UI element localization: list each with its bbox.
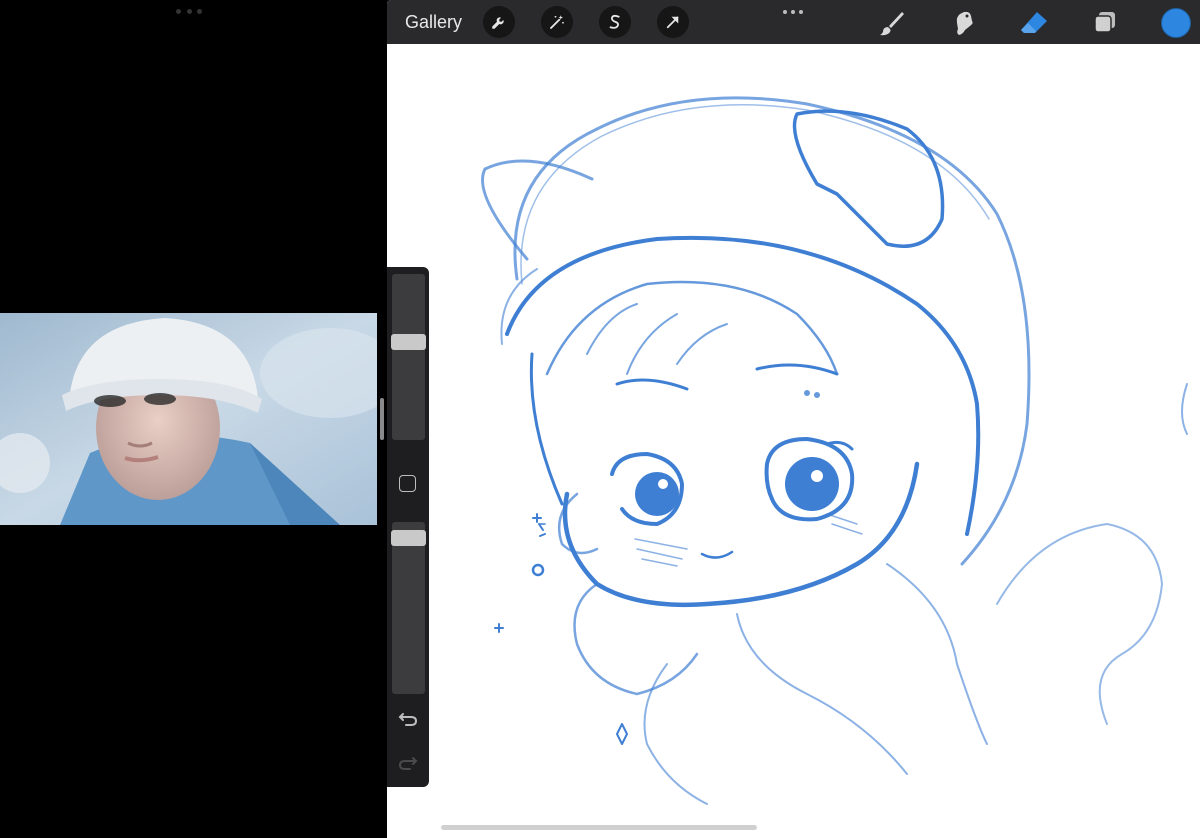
split-resize-handle[interactable] (380, 398, 384, 440)
undo-button[interactable] (396, 709, 420, 729)
transform-arrow-icon (666, 16, 679, 29)
smudge-button[interactable] (949, 8, 979, 38)
actions-button[interactable] (483, 6, 515, 38)
reference-pane (0, 0, 387, 838)
drawing-canvas[interactable] (387, 44, 1200, 838)
top-toolbar: Gallery (387, 0, 1200, 44)
adjustments-button[interactable] (541, 6, 573, 38)
drawing-app: Gallery (387, 0, 1200, 838)
modify-button[interactable] (399, 475, 416, 492)
brush-sidebar (387, 267, 429, 787)
opacity-thumb[interactable] (391, 530, 426, 546)
gallery-button[interactable]: Gallery (405, 12, 462, 33)
magic-wand-icon (550, 15, 564, 29)
brush-size-thumb[interactable] (391, 334, 426, 350)
wrench-icon (492, 17, 504, 29)
smudge-icon (956, 11, 973, 36)
brush-icon (880, 12, 904, 36)
brush-button[interactable] (877, 8, 907, 38)
brush-size-slider[interactable] (391, 274, 426, 440)
redo-icon (398, 757, 418, 770)
eraser-icon (1021, 12, 1047, 33)
color-picker-button[interactable] (1161, 8, 1191, 38)
layers-icon (1094, 12, 1115, 33)
selection-icon (609, 14, 620, 29)
undo-icon (398, 713, 418, 726)
split-view-handle[interactable] (176, 9, 202, 15)
layers-button[interactable] (1089, 8, 1119, 38)
opacity-slider[interactable] (391, 522, 426, 694)
transform-button[interactable] (657, 6, 689, 38)
redo-button[interactable] (396, 753, 420, 773)
selection-button[interactable] (599, 6, 631, 38)
reference-photo (0, 313, 377, 525)
eraser-button[interactable] (1019, 8, 1049, 38)
home-indicator (441, 825, 757, 830)
more-options-dots[interactable] (783, 10, 803, 15)
